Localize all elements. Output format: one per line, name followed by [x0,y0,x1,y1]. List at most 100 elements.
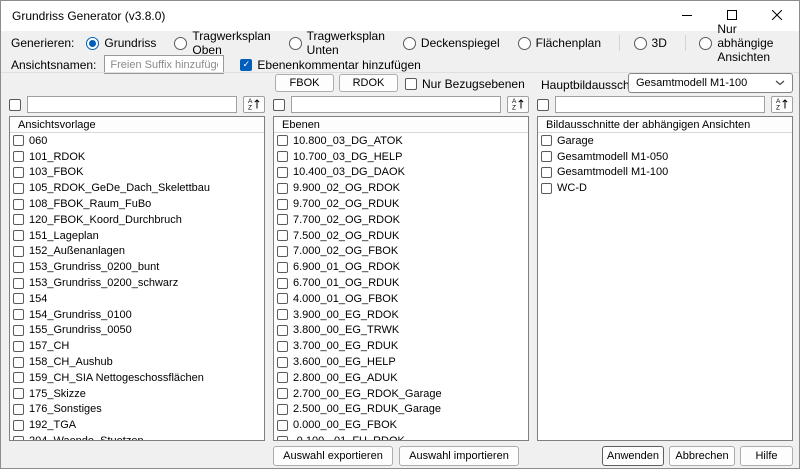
item-checkbox[interactable] [13,230,24,241]
list-item[interactable]: 101_RDOK [10,149,264,165]
list-item[interactable]: 7.500_02_OG_RDUK [274,228,528,244]
item-checkbox[interactable] [13,278,24,289]
list-item[interactable]: -0.100_-01_FU_RDOK [274,433,528,440]
level-comment-checkbox[interactable]: Ebenenkommentar hinzufügen [240,58,420,72]
item-checkbox[interactable] [277,293,288,304]
item-checkbox[interactable] [277,436,288,440]
list-item[interactable]: 3.700_00_EG_RDUK [274,338,528,354]
list-item[interactable]: 7.700_02_OG_RDOK [274,212,528,228]
item-checkbox[interactable] [13,151,24,162]
item-checkbox[interactable] [277,262,288,273]
list-item[interactable]: 0.000_00_EG_FBOK [274,417,528,433]
list-item[interactable]: 3.600_00_EG_HELP [274,354,528,370]
list-item[interactable]: Gesamtmodell M1-050 [538,149,792,165]
radio-grundriss[interactable]: Grundriss [86,36,156,50]
item-checkbox[interactable] [277,278,288,289]
item-checkbox[interactable] [277,167,288,178]
item-checkbox[interactable] [13,436,24,440]
rdok-button[interactable]: RDOK [339,74,398,92]
checkbox-box[interactable] [240,59,252,71]
item-checkbox[interactable] [13,293,24,304]
filter-input[interactable] [555,96,765,113]
item-checkbox[interactable] [13,246,24,257]
item-checkbox[interactable] [277,372,288,383]
radio-tragwerksplan-unten[interactable]: Tragwerksplan Unten [289,29,385,57]
item-checkbox[interactable] [277,404,288,415]
list-item[interactable]: 6.700_01_OG_RDUK [274,275,528,291]
cancel-button[interactable]: Abbrechen [669,446,735,466]
list-item[interactable]: 108_FBOK_Raum_FuBo [10,196,264,212]
apply-button[interactable]: Anwenden [602,446,664,466]
item-checkbox[interactable] [13,135,24,146]
item-checkbox[interactable] [13,214,24,225]
radio-deckenspiegel[interactable]: Deckenspiegel [403,36,500,50]
only-datum-levels-checkbox[interactable]: Nur Bezugsebenen [405,77,525,91]
list-item[interactable]: 3.900_00_EG_RDOK [274,307,528,323]
radio-tragwerksplan-oben[interactable]: Tragwerksplan Oben [174,29,270,57]
select-all-checkbox[interactable] [537,99,549,111]
list-item[interactable]: 2.500_00_EG_RDUK_Garage [274,402,528,418]
list-item[interactable]: 159_CH_SIA Nettogeschossflächen [10,370,264,386]
item-checkbox[interactable] [277,199,288,210]
item-checkbox[interactable] [13,309,24,320]
item-checkbox[interactable] [13,388,24,399]
radio-fl-chenplan[interactable]: Flächenplan [518,36,601,50]
list-item[interactable]: 9.700_02_OG_RDUK [274,196,528,212]
list-item[interactable]: 3.800_00_EG_TRWK [274,323,528,339]
list-item[interactable]: 6.900_01_OG_RDOK [274,259,528,275]
item-checkbox[interactable] [541,151,552,162]
filter-input[interactable] [291,96,501,113]
main-crop-dropdown[interactable]: Gesamtmodell M1-100 [628,73,793,93]
list-item[interactable]: 157_CH [10,338,264,354]
export-selection-button[interactable]: Auswahl exportieren [273,446,393,466]
sort-button[interactable]: AZ [507,96,529,113]
item-checkbox[interactable] [277,341,288,352]
list-item[interactable]: 7.000_02_OG_FBOK [274,244,528,260]
list-item[interactable]: 9.900_02_OG_RDOK [274,180,528,196]
item-checkbox[interactable] [541,167,552,178]
filter-input[interactable] [27,96,237,113]
item-checkbox[interactable] [277,325,288,336]
list-item[interactable]: 2.700_00_EG_RDOK_Garage [274,386,528,402]
select-all-checkbox[interactable] [273,99,285,111]
radio-3d[interactable]: 3D [634,36,667,50]
fbok-button[interactable]: FBOK [275,74,334,92]
item-checkbox[interactable] [541,183,552,194]
list-item[interactable]: 10.400_03_DG_DAOK [274,165,528,181]
list-item[interactable]: 155_Grundriss_0050 [10,323,264,339]
list-item[interactable]: 153_Grundriss_0200_schwarz [10,275,264,291]
list-item[interactable]: WC-D [538,180,792,196]
item-checkbox[interactable] [277,420,288,431]
sort-button[interactable]: AZ [771,96,793,113]
list-item[interactable]: 10.800_03_DG_ATOK [274,133,528,149]
list-item[interactable]: 175_Skizze [10,386,264,402]
sort-button[interactable]: AZ [243,96,265,113]
import-selection-button[interactable]: Auswahl importieren [399,446,519,466]
checkbox-box[interactable] [405,78,417,90]
item-checkbox[interactable] [277,135,288,146]
item-checkbox[interactable] [13,341,24,352]
item-checkbox[interactable] [277,246,288,257]
list-item[interactable]: 152_Außenanlagen [10,244,264,260]
item-checkbox[interactable] [13,199,24,210]
list-item[interactable]: 10.700_03_DG_HELP [274,149,528,165]
item-checkbox[interactable] [541,135,552,146]
select-all-checkbox[interactable] [9,99,21,111]
list-item[interactable]: 120_FBOK_Koord_Durchbruch [10,212,264,228]
item-checkbox[interactable] [277,230,288,241]
item-checkbox[interactable] [277,388,288,399]
item-checkbox[interactable] [277,357,288,368]
item-checkbox[interactable] [13,167,24,178]
item-checkbox[interactable] [13,420,24,431]
list-item[interactable]: 105_RDOK_GeDe_Dach_Skelettbau [10,180,264,196]
list-item[interactable]: 176_Sonstiges [10,402,264,418]
item-checkbox[interactable] [13,183,24,194]
item-checkbox[interactable] [13,325,24,336]
list-item[interactable]: 158_CH_Aushub [10,354,264,370]
list-item[interactable]: 192_TGA [10,417,264,433]
list-item[interactable]: 154 [10,291,264,307]
list-item[interactable]: 060 [10,133,264,149]
list-item[interactable]: 2.800_00_EG_ADUK [274,370,528,386]
list-item[interactable]: 4.000_01_OG_FBOK [274,291,528,307]
list-item[interactable]: 103_FBOK [10,165,264,181]
